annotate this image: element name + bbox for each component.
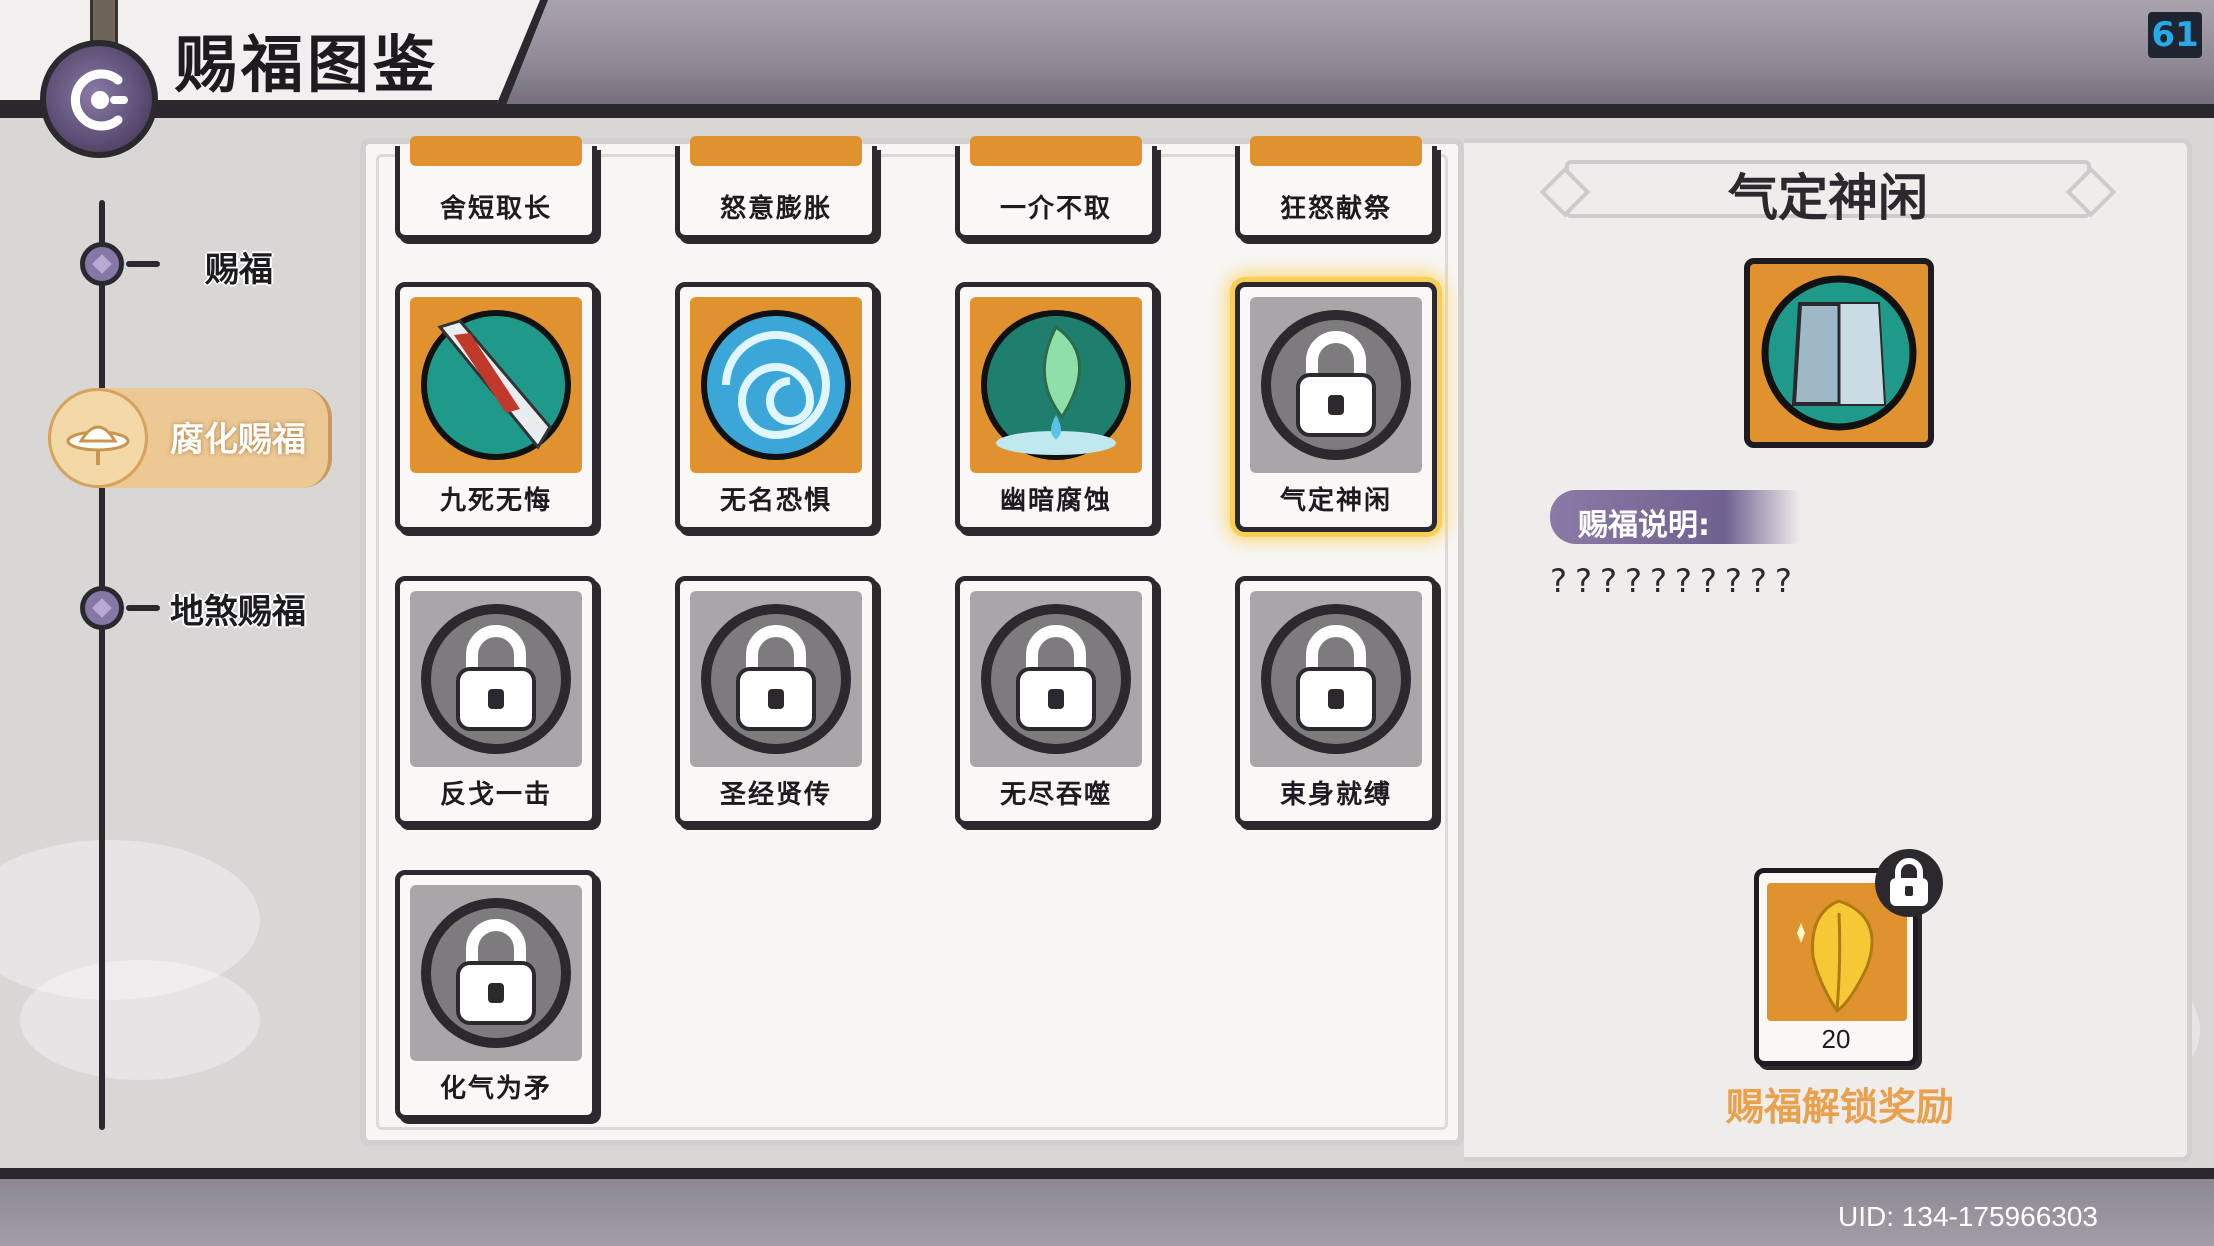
fps-counter: 61 [2148,12,2202,58]
detail-title: 气定神闲 [1728,168,1928,227]
lock-icon [690,591,862,767]
blessing-card-selected[interactable]: 气定神闲 [1235,282,1437,532]
nav-item-corrupted-blessing[interactable]: 腐化赐福 [48,388,332,488]
page-title: 赐福图鉴 [175,28,440,101]
card-label: 幽暗腐蚀 [999,486,1112,516]
card-label: 舍短取长 [439,194,552,224]
blessing-card[interactable]: 舍短取长 [395,136,597,240]
back-arrow-icon [70,69,128,131]
scroll-shield-icon [1744,258,1934,448]
nav-item-label: 腐化赐福 [170,420,306,460]
blessing-card[interactable]: 圣经贤传 [675,576,877,826]
nav-item-blessing[interactable]: 赐福 [205,242,273,291]
blessing-card[interactable]: 九死无悔 [395,282,597,532]
card-label: 束身就缚 [1279,780,1392,810]
blessing-card[interactable]: 一介不取 [955,136,1157,240]
card-label: 无名恐惧 [719,486,832,516]
sword-icon [410,297,582,473]
nav-dot [80,242,124,286]
cloud-decoration [20,960,260,1080]
blessing-card[interactable]: 反戈一击 [395,576,597,826]
vortex-icon [690,297,862,473]
uid-text: UID: 134-175966303 [1838,1201,2098,1232]
lock-icon [1872,846,1946,920]
card-art [970,136,1142,166]
lock-icon [970,591,1142,767]
blessing-card[interactable]: 无名恐惧 [675,282,877,532]
lock-icon [410,591,582,767]
card-label: 反戈一击 [439,780,552,810]
blessing-card[interactable]: 束身就缚 [1235,576,1437,826]
blessing-card[interactable]: 狂怒献祭 [1235,136,1437,240]
reward-count: 20 [1821,1024,1851,1054]
blessing-card[interactable]: 无尽吞噬 [955,576,1157,826]
card-art [690,136,862,166]
leaf-drop-icon [970,297,1142,473]
card-label: 化气为矛 [439,1074,552,1104]
rope-decoration [90,0,118,44]
nav-dot [80,586,124,630]
blessing-card[interactable]: 幽暗腐蚀 [955,282,1157,532]
card-label: 气定神闲 [1279,486,1392,516]
card-label: 狂怒献祭 [1279,194,1392,224]
lock-icon [1250,591,1422,767]
description-text: ?????????? [1550,562,1800,600]
hat-emblem-icon [48,388,148,488]
card-label: 圣经贤传 [719,780,832,810]
description-heading: 赐福说明: [1578,508,1710,543]
nav-item-earth-blessing[interactable]: 地煞赐福 [170,584,306,633]
nav-tick [126,261,160,267]
back-button[interactable] [40,40,158,158]
card-art [1250,136,1422,166]
card-label: 一介不取 [999,194,1112,224]
card-label: 九死无悔 [439,486,552,516]
card-art [410,136,582,166]
reward-label: 赐福解锁奖励 [1725,1085,1954,1129]
blessing-card[interactable]: 怒意膨胀 [675,136,877,240]
nav-timeline [99,200,105,1130]
blessing-card[interactable]: 化气为矛 [395,870,597,1120]
lock-icon [1250,297,1422,473]
lock-icon [410,885,582,1061]
card-label: 无尽吞噬 [999,780,1112,810]
nav-tick [126,605,160,611]
card-label: 怒意膨胀 [719,194,832,224]
